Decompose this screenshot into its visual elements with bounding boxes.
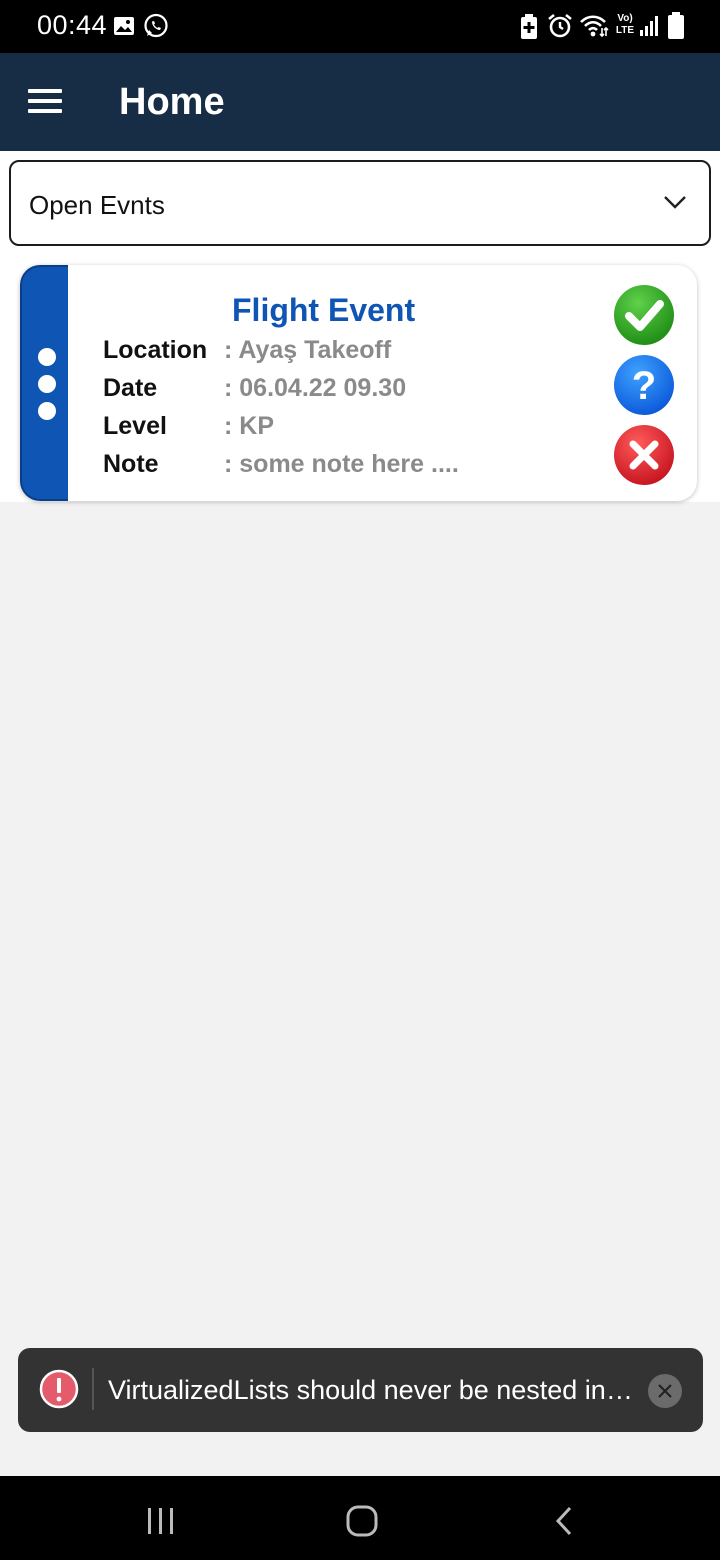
battery-saver-icon: [521, 14, 537, 39]
dropdown-selected-value: Open Evnts: [29, 190, 165, 220]
filter-container: Open Evnts: [0, 151, 720, 256]
page-title: Home: [119, 81, 225, 123]
battery-icon: [668, 12, 684, 39]
svg-text:?: ?: [632, 364, 656, 408]
back-icon[interactable]: [552, 1505, 576, 1537]
field-label: Note: [103, 450, 159, 478]
question-icon[interactable]: ?: [613, 354, 675, 416]
field-value: : Ayaş Takeoff: [224, 336, 392, 364]
warning-toast[interactable]: VirtualizedLists should never be nested …: [18, 1348, 703, 1432]
signal-icon: [640, 16, 658, 36]
app-bar: Home: [0, 53, 720, 151]
system-nav-bar: [0, 1476, 720, 1560]
whatsapp-icon: [144, 13, 168, 38]
field-value: : KP: [224, 412, 274, 440]
toast-message: VirtualizedLists should never be nested …: [108, 1375, 633, 1405]
event-card[interactable]: Flight Event Location : Ayaş Takeoff Dat…: [20, 265, 697, 501]
event-filter-dropdown[interactable]: Open Evnts: [9, 160, 711, 246]
image-icon: [114, 17, 134, 35]
dot-icon: [38, 348, 56, 366]
dot-icon: [38, 375, 56, 393]
field-label: Date: [103, 374, 158, 402]
wifi-icon: [580, 15, 609, 38]
field-label: Location: [103, 336, 208, 364]
menu-icon[interactable]: [28, 89, 62, 115]
dot-icon: [38, 402, 56, 420]
warning-icon: [39, 1369, 79, 1409]
field-value: : some note here ....: [224, 450, 459, 478]
event-title: Flight Event: [232, 292, 416, 328]
toast-divider: [92, 1368, 94, 1410]
close-icon[interactable]: [647, 1373, 683, 1409]
status-time: 00:44: [37, 10, 108, 40]
event-list: Flight Event Location : Ayaş Takeoff Dat…: [0, 256, 720, 502]
recent-apps-icon[interactable]: [146, 1506, 176, 1536]
reject-icon[interactable]: [613, 424, 675, 486]
alarm-icon: [548, 13, 572, 38]
approve-icon[interactable]: [613, 284, 675, 346]
chevron-down-icon: [664, 196, 686, 209]
field-label: Level: [103, 412, 167, 440]
volte-lte-icon: Vo) LTE: [615, 13, 635, 36]
card-handle[interactable]: [20, 265, 68, 501]
status-bar: 00:44 Vo) LTE: [0, 0, 720, 53]
home-icon[interactable]: [345, 1504, 379, 1538]
field-value: : 06.04.22 09.30: [224, 374, 407, 402]
